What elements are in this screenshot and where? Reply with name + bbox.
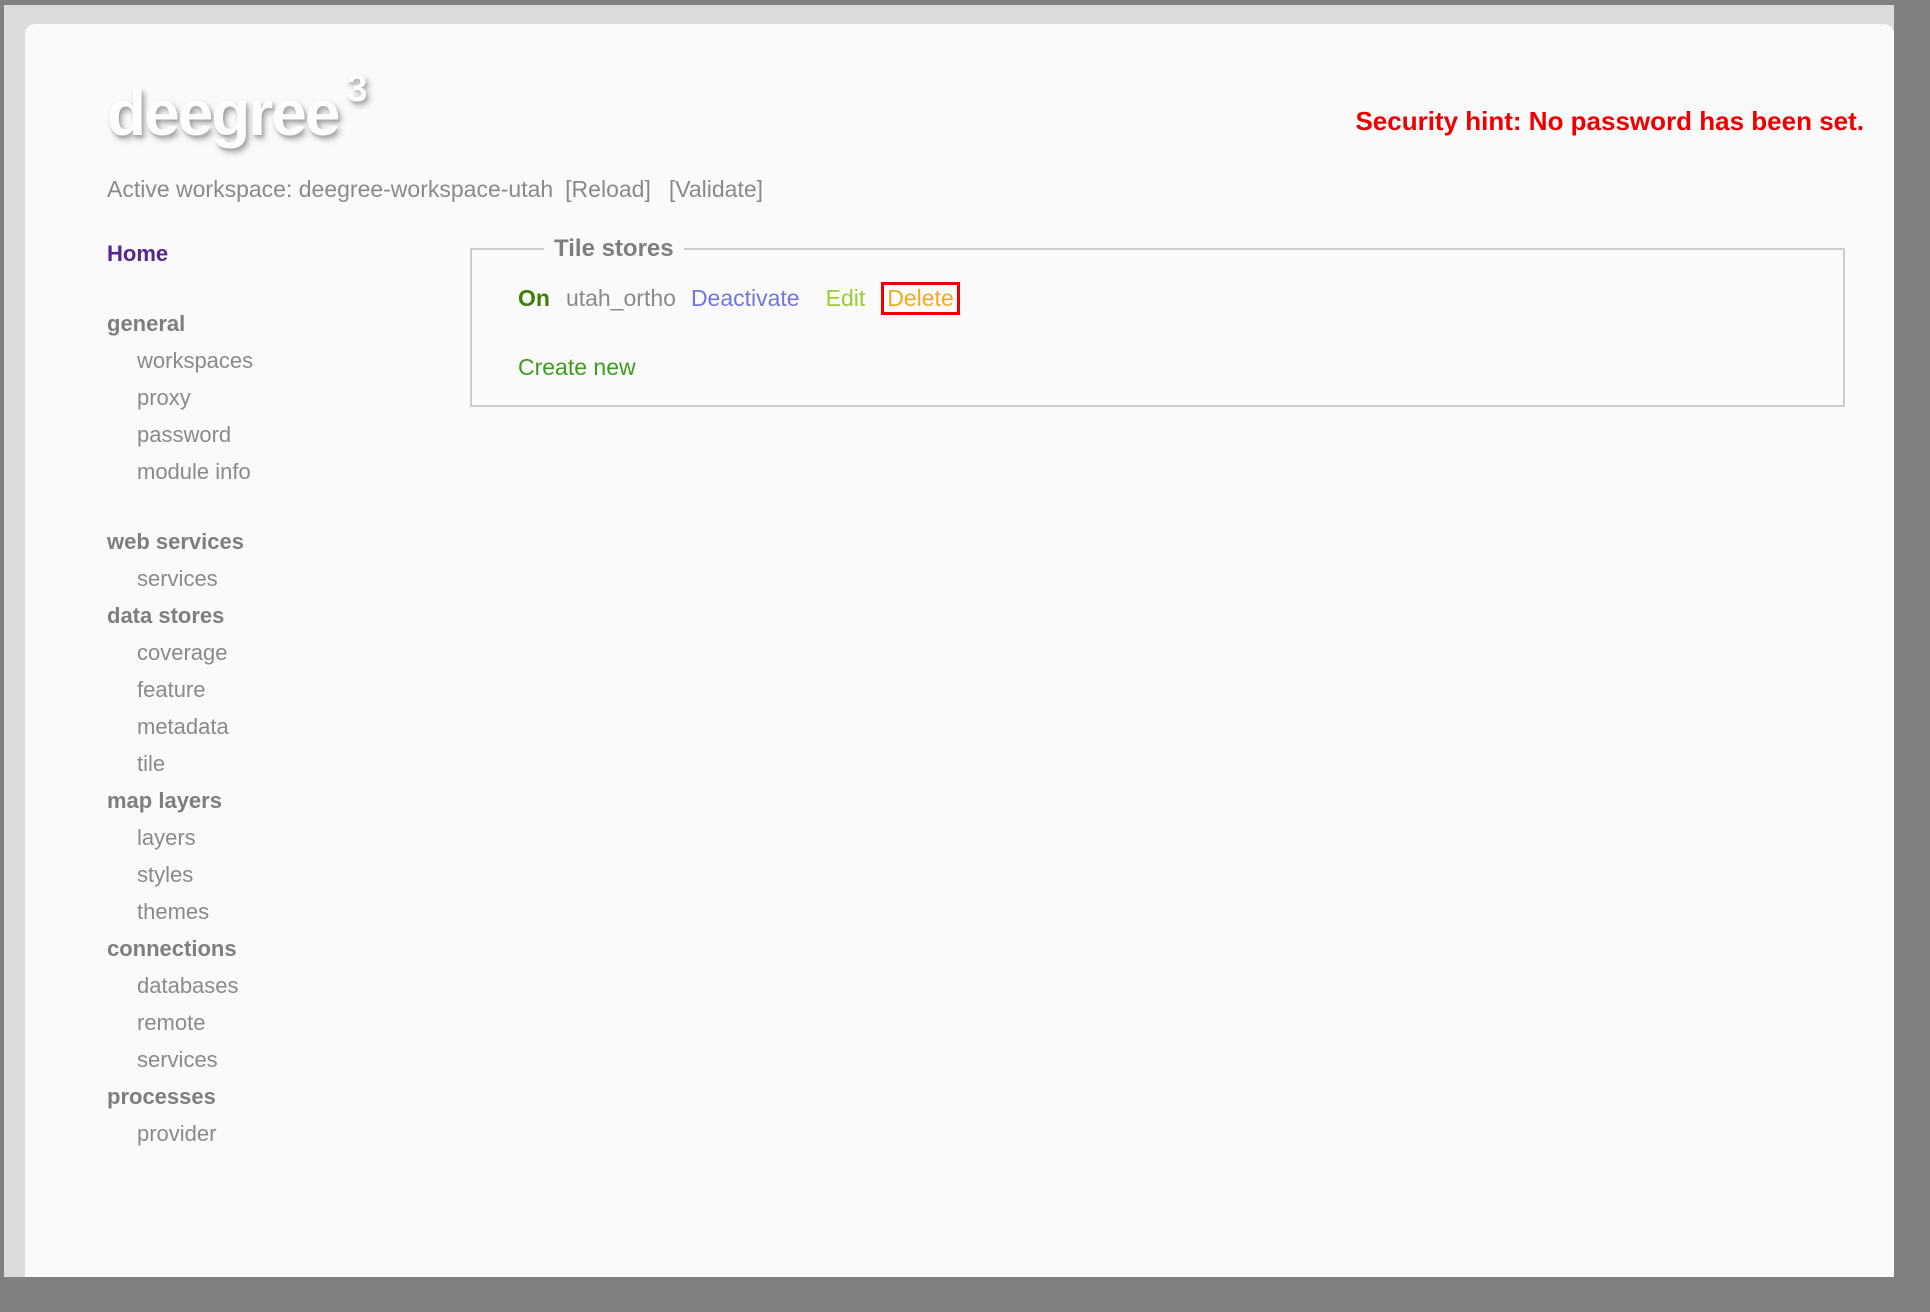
delete-link[interactable]: Delete (881, 282, 960, 315)
sidebar-item-remote[interactable]: remote (107, 1004, 470, 1041)
security-hint: Security hint: No password has been set. (1355, 106, 1864, 136)
sidebar-item-services[interactable]: services (107, 1041, 470, 1078)
sidebar-item-metadata[interactable]: metadata (107, 708, 470, 745)
sidebar-nav: Home general workspaces proxy password modul… (107, 235, 470, 1152)
sidebar-group-map-layers: map layers (107, 788, 222, 813)
create-new-link[interactable]: Create new (518, 354, 636, 381)
deegree-logo-version: 3 (346, 68, 368, 110)
sidebar-group-web-services: web services (107, 529, 244, 554)
sidebar-group-connections: connections (107, 936, 237, 961)
sidebar-item-workspaces[interactable]: workspaces (107, 342, 470, 379)
sidebar-item-home[interactable]: Home (107, 235, 470, 272)
sidebar-item-coverage[interactable]: coverage (107, 634, 470, 671)
console-panel: Security hint: No password has been set.… (25, 24, 1894, 1277)
reload-link[interactable]: [Reload] (565, 176, 651, 202)
sidebar-item-layers[interactable]: layers (107, 819, 470, 856)
sidebar-item-module-info[interactable]: module info (107, 453, 470, 490)
sidebar-group-data-stores: data stores (107, 603, 225, 628)
active-workspace-text: Active workspace: deegree-workspace-utah (107, 176, 554, 202)
sidebar-group-general: general (107, 311, 186, 336)
sidebar-group-processes: processes (107, 1084, 216, 1109)
content-row: Home general workspaces proxy password modul… (107, 235, 1894, 1152)
tile-stores-fieldset: Tile stores On utah_ortho Deactivate Edit De… (470, 235, 1845, 407)
tile-stores-legend: Tile stores (554, 235, 674, 262)
sidebar-item-tile[interactable]: tile (107, 745, 470, 782)
deactivate-link[interactable]: Deactivate (691, 285, 800, 311)
tile-store-row: On utah_ortho Deactivate Edit Delete (518, 282, 1823, 315)
sidebar-item-styles[interactable]: styles (107, 856, 470, 893)
sidebar-item-themes[interactable]: themes (107, 893, 470, 930)
edit-link[interactable]: Edit (826, 285, 866, 311)
store-name: utah_ortho (565, 285, 676, 311)
sidebar-item-password[interactable]: password (107, 416, 470, 453)
deegree-logo-text: deegree (107, 77, 340, 149)
browser-viewport: Security hint: No password has been set.… (4, 5, 1894, 1277)
store-status-on: On (518, 285, 550, 311)
sidebar-item-services[interactable]: services (107, 560, 470, 597)
sidebar-item-provider[interactable]: provider (107, 1115, 470, 1152)
validate-link[interactable]: [Validate] (669, 176, 763, 202)
sidebar-item-feature[interactable]: feature (107, 671, 470, 708)
sidebar-item-databases[interactable]: databases (107, 967, 470, 1004)
active-workspace-line: Active workspace: deegree-workspace-utah… (107, 176, 1894, 203)
sidebar-item-proxy[interactable]: proxy (107, 379, 470, 416)
main-content: Tile stores On utah_ortho Deactivate Edit De… (470, 235, 1845, 407)
